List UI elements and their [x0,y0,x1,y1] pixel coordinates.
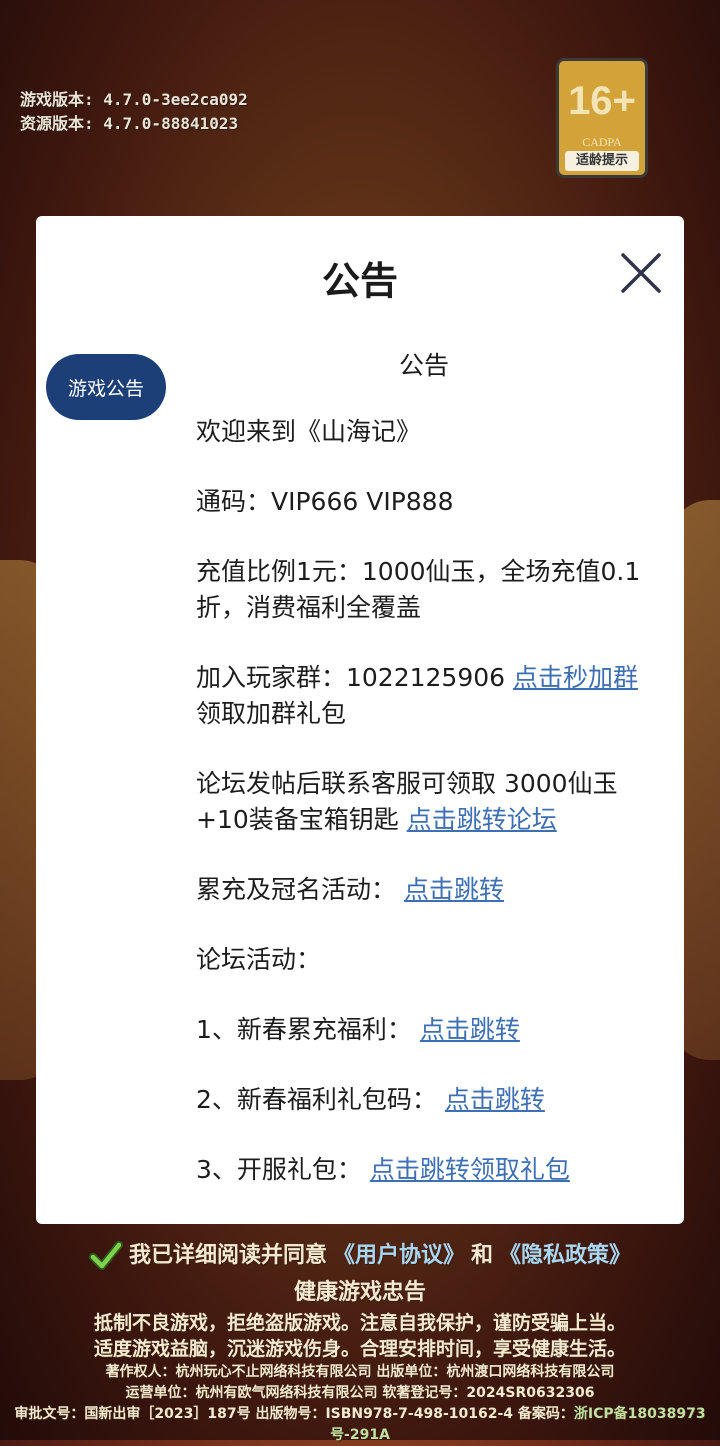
operator-info: 运营单位：杭州有欧气网络科技有限公司 软著登记号：2024SR0632306 [125,1385,595,1401]
age-rating-tip: 适龄提示 [565,151,639,171]
checkmark-icon [88,1241,123,1270]
join-group-link[interactable]: 点击秒加群 [513,663,638,692]
agreement-and: 和 [471,1243,494,1268]
activity-item-2-text: 2、新春福利礼包码： [196,1085,445,1114]
content-heading: 公告 [398,351,449,380]
announcement-content: 公告 欢迎来到《山海记》 通码：VIP666 VIP888 充值比例1元：100… [196,336,652,1222]
age-rating-org: CADPA [582,135,622,149]
group-paragraph: 加入玩家群：1022125906 点击秒加群 领取加群礼包 [196,660,652,732]
welcome-text: 欢迎来到《山海记》 [196,417,422,446]
health-advice-title: 健康游戏忠告 [293,1280,426,1305]
activity-item-3-link[interactable]: 点击跳转领取礼包 [370,1155,570,1184]
agreement-checkbox[interactable] [88,1239,123,1273]
close-button[interactable] [620,252,662,294]
event-paragraph: 累充及冠名活动： 点击跳转 [196,872,652,908]
forum-link[interactable]: 点击跳转论坛 [407,805,557,834]
forum-activity-text: 论坛活动： [196,945,322,974]
health-advice-line-1: 抵制不良游戏，拒绝盗版游戏。注意自我保护，谨防受骗上当。 [93,1312,626,1334]
approval-text: 审批文号：国新出审［2023］187号 出版物号：ISBN978-7-498-1… [14,1406,574,1422]
activity-item-2: 2、新春福利礼包码： 点击跳转 [196,1082,652,1118]
health-advice-line-2: 适度游戏益脑，沉迷游戏伤身。合理安排时间，享受健康生活。 [93,1338,626,1360]
activity-item-1-text: 1、新春累充福利： [196,1015,420,1044]
privacy-policy-link[interactable]: 《隐私政策》 [499,1236,631,1276]
agreement-row: 我已详细阅读并同意 《用户协议》和《隐私政策》 [0,1236,720,1276]
age-rating: 16+ [568,79,636,123]
code-text: 通码：VIP666 VIP888 [196,487,454,516]
version-info: 游戏版本: 4.7.0-3ee2ca092 资源版本: 4.7.0-888410… [20,88,248,136]
recharge-text: 充值比例1元：1000仙玉，全场充值0.1折，消费福利全覆盖 [196,557,641,622]
modal-title: 公告 [321,259,398,303]
close-icon [621,253,661,293]
age-rating-badge[interactable]: 16+ CADPA 适龄提示 [556,58,648,178]
footer: 我已详细阅读并同意 《用户协议》和《隐私政策》 健康游戏忠告 抵制不良游戏，拒绝盗… [0,1236,720,1446]
activity-item-1-link[interactable]: 点击跳转 [420,1015,520,1044]
copyright-info: 著作权人：杭州玩心不止网络科技有限公司 出版单位：杭州渡口网络科技有限公司 [105,1364,615,1380]
event-link[interactable]: 点击跳转 [404,875,504,904]
activity-item-2-link[interactable]: 点击跳转 [445,1085,545,1114]
activity-item-3-text: 3、开服礼包： [196,1155,370,1184]
user-agreement-link[interactable]: 《用户协议》 [333,1236,465,1276]
forum-paragraph: 论坛发帖后联系客服可领取 3000仙玉+10装备宝箱钥匙 点击跳转论坛 [196,766,652,838]
activity-item-1: 1、新春累充福利： 点击跳转 [196,1012,652,1048]
announcement-modal: 公告 游戏公告 公告 欢迎来到《山海记》 通码：VIP666 VIP888 充值… [36,216,684,1224]
group-text: 加入玩家群：1022125906 [196,663,514,692]
activity-item-3: 3、开服礼包： 点击跳转领取礼包 [196,1152,652,1188]
agreement-text: 我已详细阅读并同意 [128,1243,327,1268]
group-suffix-text: 领取加群礼包 [196,699,347,728]
tab-game-announcement[interactable]: 游戏公告 [46,354,166,420]
game-version: 游戏版本: 4.7.0-3ee2ca092 [20,90,248,109]
event-text: 累充及冠名活动： [196,875,404,904]
resource-version: 资源版本: 4.7.0-88841023 [20,114,239,133]
